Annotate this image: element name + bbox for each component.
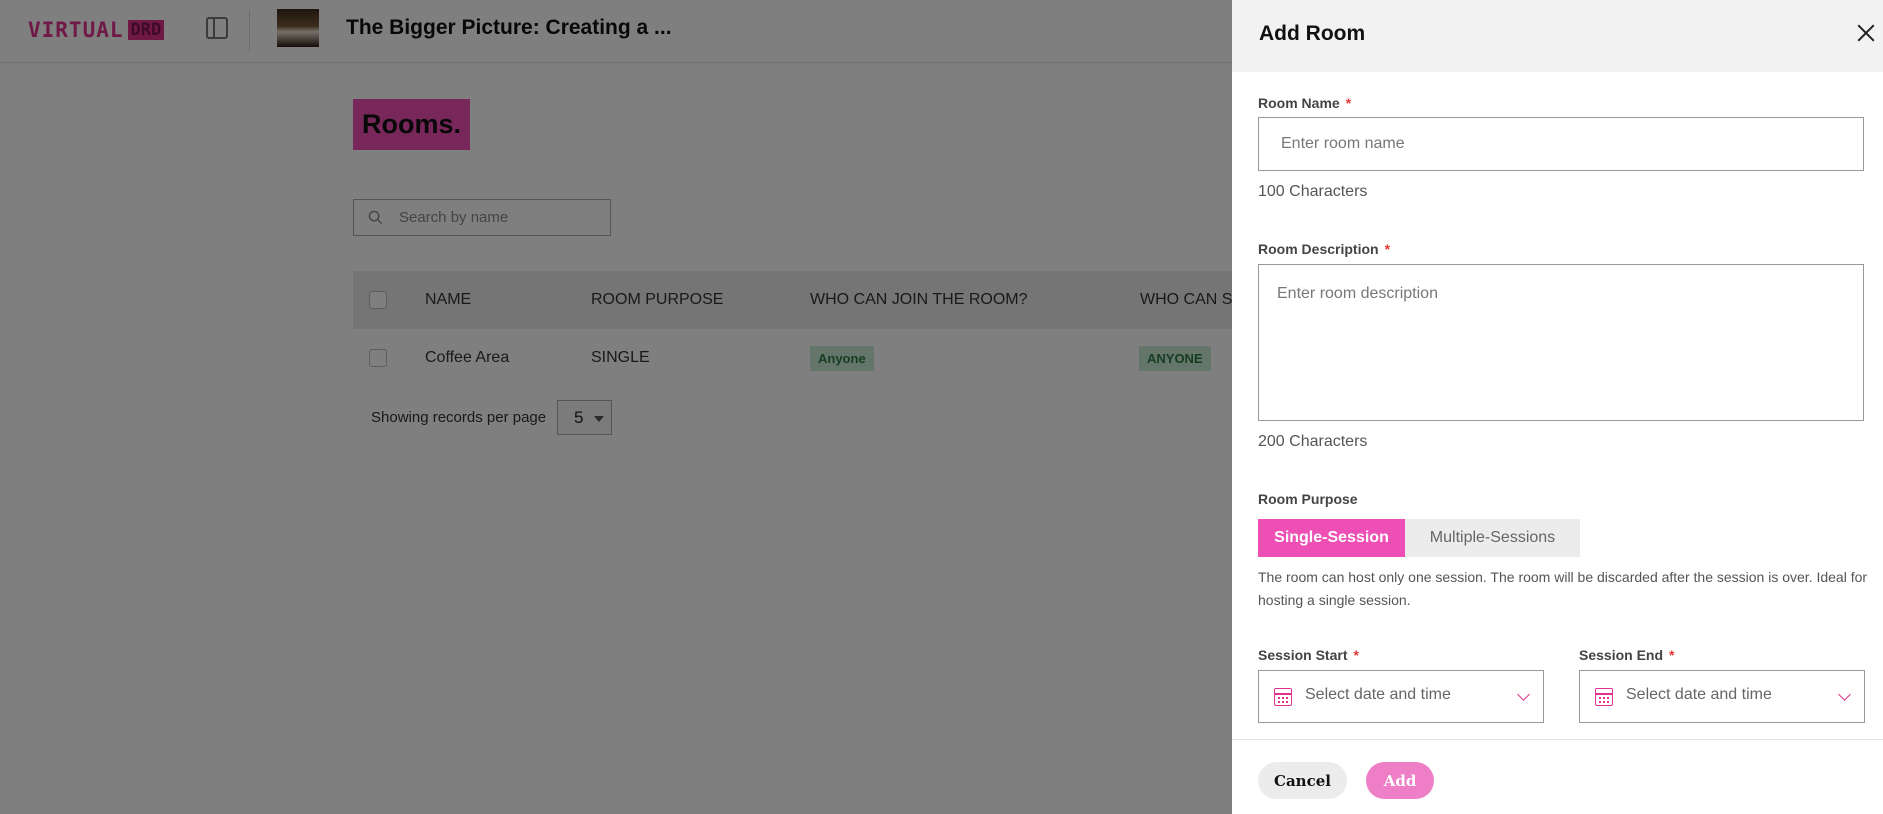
calendar-icon (1274, 688, 1292, 706)
room-name-input[interactable] (1258, 117, 1864, 171)
session-end-label-text: Session End (1579, 647, 1664, 663)
room-description-label-text: Room Description (1258, 241, 1379, 257)
room-purpose-description: The room can host only one session. The … (1258, 569, 1868, 608)
drawer-header: Add Room (1232, 0, 1883, 72)
cancel-button[interactable]: Cancel (1258, 762, 1347, 799)
session-end-label: Session End * (1579, 647, 1674, 663)
drawer-title: Add Room (1259, 22, 1366, 45)
single-session-option[interactable]: Single-Session (1258, 519, 1405, 557)
add-room-drawer: Add Room Room Name * 100 Characters Room … (1232, 0, 1883, 814)
room-purpose-label: Room Purpose (1258, 491, 1358, 507)
room-description-label: Room Description * (1258, 241, 1390, 257)
room-description-char-limit: 200 Characters (1258, 433, 1368, 450)
chevron-down-icon (1517, 688, 1530, 701)
session-end-picker[interactable]: Select date and time (1579, 670, 1865, 723)
required-mark: * (1669, 647, 1675, 663)
multiple-sessions-option[interactable]: Multiple-Sessions (1405, 519, 1580, 557)
session-end-placeholder: Select date and time (1626, 686, 1772, 703)
room-name-char-limit: 100 Characters (1258, 183, 1368, 200)
add-button[interactable]: Add (1366, 762, 1434, 799)
footer-divider (1232, 739, 1883, 740)
required-mark: * (1345, 95, 1352, 111)
session-start-label: Session Start * (1258, 647, 1359, 663)
room-description-input[interactable] (1258, 264, 1864, 421)
session-start-picker[interactable]: Select date and time (1258, 670, 1544, 723)
close-icon[interactable] (1857, 24, 1875, 42)
room-name-label-text: Room Name (1258, 95, 1340, 111)
required-mark: * (1384, 241, 1391, 257)
room-name-label: Room Name * (1258, 95, 1351, 111)
calendar-icon (1595, 688, 1613, 706)
required-mark: * (1353, 647, 1359, 663)
session-start-placeholder: Select date and time (1305, 686, 1451, 703)
session-start-label-text: Session Start (1258, 647, 1348, 663)
chevron-down-icon (1838, 688, 1851, 701)
